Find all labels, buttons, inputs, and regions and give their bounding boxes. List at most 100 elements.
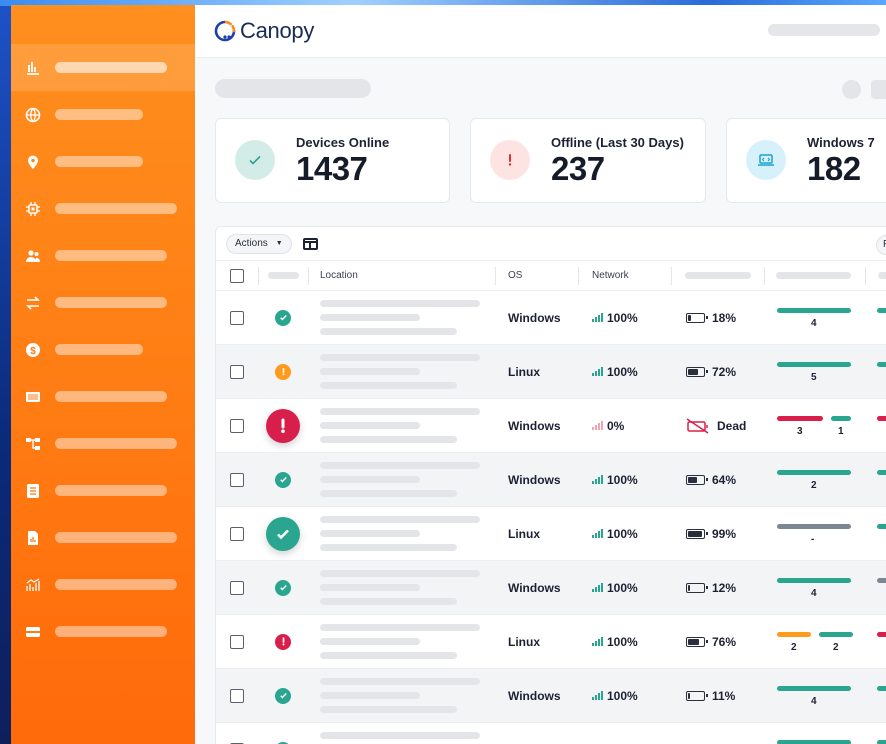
alert-bar (777, 524, 851, 529)
table-row[interactable]: Windows 100% 64% 2 (216, 453, 886, 507)
battery-icon (686, 636, 708, 647)
card-devices-online[interactable]: Devices Online 1437 (215, 118, 450, 203)
sidebar-item-document[interactable] (11, 467, 195, 514)
sidebar-item-transfer[interactable] (11, 279, 195, 326)
sidebar-item-users[interactable] (11, 232, 195, 279)
alert-bar (819, 632, 853, 637)
sidebar-item-label-placeholder (55, 250, 167, 261)
alert-count: 2 (811, 480, 817, 491)
table-row[interactable]: Windows 100% 18% 4 (216, 291, 886, 345)
logo[interactable]: Canopy (214, 18, 314, 44)
sidebar-item-location-pin[interactable] (11, 138, 195, 185)
row-checkbox[interactable] (230, 688, 244, 703)
devices-table: Actions ▼ R Location OS Network (215, 226, 886, 744)
location-placeholder (320, 732, 480, 744)
extra-bar (877, 416, 886, 421)
table-row[interactable]: Windows 100% 11% 4 (216, 669, 886, 723)
row-checkbox[interactable] (230, 364, 244, 379)
topbar-placeholder (768, 24, 880, 36)
globe-icon (25, 107, 41, 123)
table-row[interactable]: Linux 100% 76% 2 2 (216, 615, 886, 669)
os-value: Linux (508, 364, 540, 379)
actions-dropdown[interactable]: Actions ▼ (226, 233, 292, 254)
os-value: Windows (508, 688, 561, 703)
alert-bar (777, 470, 851, 475)
extra-bar (877, 470, 886, 475)
column-location[interactable]: Location (320, 261, 358, 290)
table-row[interactable] (216, 723, 886, 744)
sidebar-item-globe[interactable] (11, 91, 195, 138)
status-online-icon (275, 309, 291, 326)
sidebar-item-label-placeholder (55, 156, 143, 167)
column-divider (764, 267, 765, 285)
sidebar-item-bar-chart[interactable] (11, 44, 195, 91)
chevron-down-icon: ▼ (275, 240, 283, 247)
column-network[interactable]: Network (592, 261, 629, 290)
canopy-logo-icon (214, 20, 236, 42)
location-placeholder (320, 300, 480, 335)
alert-bar (777, 308, 851, 313)
signal-icon (592, 367, 603, 376)
alert-bar (777, 686, 851, 691)
sidebar-item-chip[interactable] (11, 185, 195, 232)
table-row[interactable]: Linux 100% 99% - (216, 507, 886, 561)
location-placeholder (320, 624, 480, 659)
toolbar-right-button[interactable]: R (876, 235, 886, 255)
table-header: Location OS Network (216, 261, 886, 291)
columns-icon[interactable] (302, 237, 318, 250)
card-offline[interactable]: Offline (Last 30 Days) 237 (470, 118, 706, 203)
alert-bar (777, 740, 851, 744)
sidebar-item-label-placeholder (55, 485, 167, 496)
alerts-column-placeholder (776, 272, 851, 279)
card-label: Devices Online (296, 135, 390, 150)
sidebar-item-dollar[interactable]: $ (11, 326, 195, 373)
sidebar-item-barcode[interactable] (11, 373, 195, 420)
sidebar-item-label-placeholder (55, 297, 167, 308)
column-os[interactable]: OS (508, 261, 522, 290)
card-value: 182 (807, 150, 861, 187)
column-divider (308, 267, 309, 285)
row-checkbox[interactable] (230, 634, 244, 649)
card-value: 1437 (296, 150, 368, 187)
alert-count: 4 (811, 588, 817, 599)
battery-value: 18% (712, 310, 737, 325)
sidebar-item-report[interactable] (11, 514, 195, 561)
sidebar-item-label-placeholder (55, 532, 177, 543)
alerts-cell: 31 (777, 416, 857, 442)
row-checkbox[interactable] (230, 418, 244, 433)
network-value: 100% (607, 526, 638, 541)
extra-bar (877, 632, 886, 637)
table-row[interactable]: Linux 100% 72% 5 (216, 345, 886, 399)
analytics-icon (25, 577, 41, 593)
row-checkbox[interactable] (230, 580, 244, 595)
select-all-checkbox[interactable] (230, 268, 244, 283)
sidebar-item-analytics[interactable] (11, 561, 195, 608)
battery-value: 11% (712, 688, 736, 703)
alert-count: 4 (811, 318, 817, 329)
alerts-cell: 22 (777, 632, 857, 658)
sidebar-item-card[interactable] (11, 608, 195, 655)
help-button[interactable] (842, 80, 861, 99)
alert-count: - (811, 534, 815, 545)
alert-count: 2 (833, 642, 839, 653)
column-divider (258, 267, 259, 285)
extra-column-placeholder (878, 272, 886, 279)
sidebar: $ (11, 5, 195, 744)
row-checkbox[interactable] (230, 526, 244, 541)
location-placeholder (320, 354, 480, 389)
battery-value: 72% (712, 364, 737, 379)
bar-chart-icon (25, 60, 41, 76)
row-checkbox[interactable] (230, 310, 244, 325)
sidebar-item-org-tree[interactable] (11, 420, 195, 467)
barcode-icon (25, 389, 41, 405)
menu-button[interactable] (871, 80, 886, 99)
row-checkbox[interactable] (230, 472, 244, 487)
table-row[interactable]: Windows 0% Dead 3 1 (216, 399, 886, 453)
card-windows-7[interactable]: Windows 7 182 (726, 118, 886, 203)
alert-bar (777, 632, 811, 637)
status-column-placeholder (268, 272, 299, 279)
battery-icon (686, 582, 708, 593)
table-row[interactable]: Windows 100% 12% 4 (216, 561, 886, 615)
alerts-cell: 2 (777, 470, 857, 496)
location-placeholder (320, 516, 480, 551)
